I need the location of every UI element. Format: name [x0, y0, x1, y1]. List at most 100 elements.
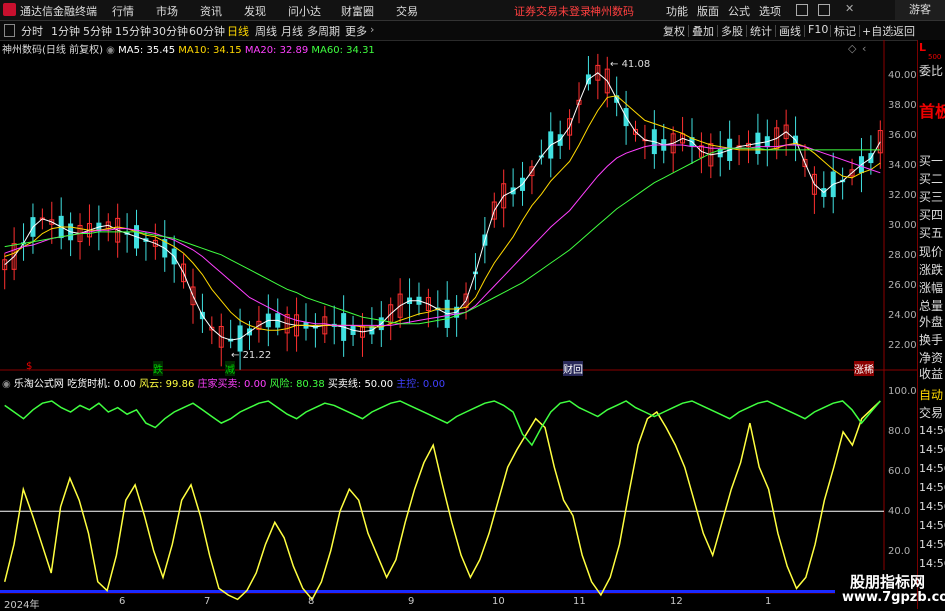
panel-label: 涨跌	[919, 263, 944, 277]
sub-settings-icon[interactable]: ◉	[2, 379, 11, 390]
event-marker-rise[interactable]: 涨稀	[854, 361, 874, 376]
panel-sub: 500	[928, 53, 942, 61]
maimaixian-label: 买卖线: 50.00	[327, 379, 394, 390]
chart-area[interactable]	[0, 40, 917, 609]
diamond-icon[interactable]: ◇	[848, 42, 856, 55]
tab-15min[interactable]: 15分钟	[114, 23, 152, 39]
settings-circle-icon[interactable]: ◉	[106, 45, 115, 56]
f10-button[interactable]: F10	[808, 23, 828, 36]
panel-code: L	[919, 41, 927, 54]
high-price-label: ← 41.08	[610, 59, 651, 70]
panel-label: 买五	[919, 226, 944, 240]
menu-shichang[interactable]: 市场	[156, 3, 178, 19]
app-logo-icon	[3, 3, 16, 16]
menu-xuanxiang[interactable]: 选项	[759, 3, 781, 19]
back-button[interactable]: 返回	[893, 23, 915, 39]
window-close-icon[interactable]: ✕	[845, 2, 854, 15]
window-min-icon[interactable]	[796, 4, 808, 16]
tab-multi-period[interactable]: 多周期	[306, 23, 341, 39]
ma60-label: MA60: 34.31	[311, 45, 375, 56]
divider	[804, 25, 805, 37]
indicator-tick: 20.0	[888, 546, 911, 557]
zhukong-label: 主控: 0.00	[396, 379, 446, 390]
window-max-icon[interactable]	[818, 4, 830, 16]
menu-gongneng[interactable]: 功能	[666, 3, 688, 19]
watermark-title: 股朋指标网	[850, 573, 926, 591]
menu-hangqing[interactable]: 行情	[112, 3, 134, 19]
fengyun-label: 风云: 99.86	[139, 379, 195, 390]
add-watchlist-button[interactable]: +自选	[862, 23, 893, 39]
fengxian-label: 风险: 80.38	[269, 379, 325, 390]
panel-label: 现价	[919, 245, 944, 259]
date-tick: 11	[573, 596, 586, 607]
date-tick: 6	[119, 596, 126, 607]
stock-chart-label: 神州数码(日线 前复权)	[2, 45, 103, 56]
date-tick: 12	[670, 596, 683, 607]
layout-icon[interactable]	[4, 24, 15, 37]
panel-label: 买一	[919, 154, 944, 168]
event-marker-drop[interactable]: 跌	[153, 361, 163, 376]
tab-more[interactable]: 更多	[344, 23, 368, 39]
menu-banmian[interactable]: 版面	[697, 3, 719, 19]
panel-time: 14:56	[919, 481, 945, 494]
tab-fenshi[interactable]: 分时	[20, 23, 44, 39]
panel-label: 委比	[919, 64, 944, 78]
ma5-line	[4, 72, 881, 341]
panel-label: 买三	[919, 190, 944, 204]
tab-1min[interactable]: 1分钟	[50, 23, 81, 39]
tab-weekly[interactable]: 周线	[254, 23, 278, 39]
tab-60min[interactable]: 60分钟	[188, 23, 226, 39]
panel-label: 换手	[919, 333, 944, 347]
overlay-button[interactable]: 叠加	[692, 23, 714, 39]
menu-wenxiaoda[interactable]: 问小达	[288, 3, 321, 19]
auto-trade-label[interactable]: 自动	[919, 386, 943, 403]
tab-daily[interactable]: 日线	[226, 23, 250, 39]
panel-label: 收益	[919, 367, 944, 381]
divider	[775, 25, 776, 37]
panel-label: 外盘	[919, 315, 944, 329]
divider	[746, 25, 747, 37]
price-tick: 40.00	[888, 70, 917, 81]
ma20-label: MA20: 32.89	[244, 45, 309, 56]
menu-caifuquan[interactable]: 财富圈	[341, 3, 374, 19]
mark-button[interactable]: 标记	[834, 23, 856, 39]
panel-label: 涨幅	[919, 281, 944, 295]
price-tick: 30.00	[888, 220, 917, 231]
stats-button[interactable]: 统计	[750, 23, 772, 39]
panel-time: 14:56	[919, 519, 945, 532]
app-title: 通达信金融终端	[20, 5, 97, 18]
low-price-value: 21.22	[242, 350, 272, 361]
menu-bar: 通达信金融终端 行情 市场 资讯 发现 问小达 财富圈 交易 证券交易未登录 神…	[0, 0, 945, 21]
tab-30min[interactable]: 30分钟	[151, 23, 189, 39]
event-marker[interactable]: $	[26, 361, 32, 372]
panel-time: 14:56	[919, 462, 945, 475]
menu-zixun[interactable]: 资讯	[200, 3, 222, 19]
event-marker-finance[interactable]: 财回	[563, 361, 583, 376]
price-tick: 24.00	[888, 310, 917, 321]
price-tick: 38.00	[888, 100, 917, 111]
tab-monthly[interactable]: 月线	[280, 23, 304, 39]
collapse-icon[interactable]: ‹	[862, 42, 866, 55]
divider	[688, 25, 689, 37]
panel-label: 净资	[919, 351, 944, 365]
indicator-tick: 100.0	[888, 386, 917, 397]
draw-line-button[interactable]: 画线	[779, 23, 801, 39]
tab-5min[interactable]: 5分钟	[82, 23, 113, 39]
panel-label: 买四	[919, 208, 944, 222]
guest-button[interactable]: 游客	[895, 0, 945, 20]
menu-faxian[interactable]: 发现	[244, 3, 266, 19]
menu-jiaoyi[interactable]: 交易	[396, 3, 418, 19]
fuquan-button[interactable]: 复权	[663, 23, 685, 39]
trade-label[interactable]: 交易	[919, 404, 943, 421]
multi-stock-button[interactable]: 多股	[721, 23, 743, 39]
date-tick: 1	[765, 596, 772, 607]
trade-login-warning[interactable]: 证券交易未登录	[514, 3, 591, 19]
event-marker-reduce[interactable]: 减	[225, 361, 235, 376]
formula-site-label: 乐淘公式网	[13, 379, 64, 390]
chevron-right-icon[interactable]: ›	[369, 23, 375, 36]
price-tick: 32.00	[888, 190, 917, 201]
panel-time: 14:56	[919, 424, 945, 437]
menu-gongshi[interactable]: 公式	[728, 3, 750, 19]
indicator-tick: 40.0	[888, 506, 911, 517]
panel-time: 14:56	[919, 538, 945, 551]
